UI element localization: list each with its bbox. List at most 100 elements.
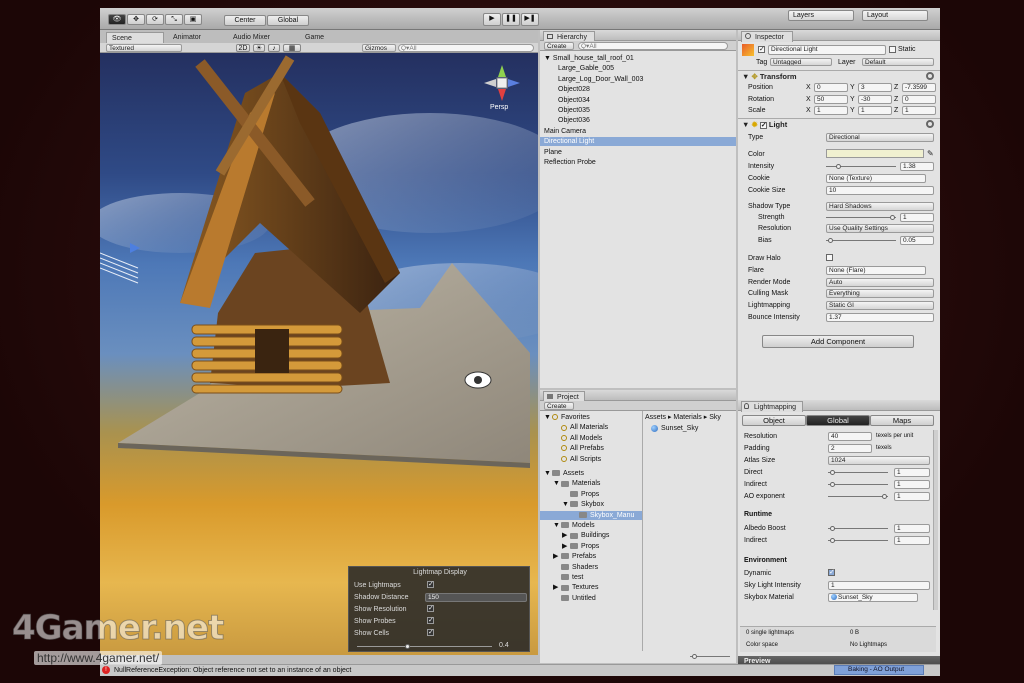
- layers-dropdown[interactable]: Layers: [788, 10, 854, 21]
- tab-scene[interactable]: Scene: [106, 32, 164, 43]
- tab-animator[interactable]: Animator: [168, 32, 206, 43]
- transform-y-field[interactable]: 3: [858, 83, 892, 92]
- project-folder-item[interactable]: Shaders: [540, 563, 642, 572]
- use-lightmaps-checkbox[interactable]: ✓: [427, 581, 434, 588]
- project-folder-item[interactable]: test: [540, 573, 642, 582]
- scene-search-input[interactable]: Q▾All: [398, 44, 534, 52]
- light-section-header[interactable]: ▼ ✹ ✓ Light: [738, 118, 940, 129]
- project-folder-item[interactable]: ▶ Prefabs: [540, 552, 642, 561]
- project-folder-item[interactable]: ▼ Models: [540, 521, 642, 530]
- project-folder-item[interactable]: Skybox_Manu: [540, 510, 642, 520]
- overlay-slider[interactable]: [357, 644, 492, 649]
- lm-atlas-dropdown[interactable]: 1024: [828, 456, 930, 465]
- shadow-distance-field[interactable]: 150: [425, 593, 527, 602]
- lm-indirect-slider[interactable]: [828, 482, 888, 487]
- audio-toggle[interactable]: ♪: [268, 44, 280, 52]
- orientation-gizmo[interactable]: Persp: [482, 63, 522, 113]
- asset-size-slider[interactable]: [690, 654, 730, 659]
- add-component-button[interactable]: Add Component: [762, 335, 914, 348]
- light-settings-icon[interactable]: [926, 120, 934, 128]
- project-folder-item[interactable]: ▶ Props: [540, 542, 642, 551]
- layer-dropdown[interactable]: Default: [862, 58, 934, 66]
- strength-slider[interactable]: [826, 215, 896, 220]
- lightmap-tab-object[interactable]: Object: [742, 415, 806, 426]
- lightmap-tab-maps[interactable]: Maps: [870, 415, 934, 426]
- hierarchy-item[interactable]: Object036: [540, 116, 736, 125]
- transform-z-field[interactable]: 0: [902, 94, 936, 104]
- lm-dynamic-checkbox[interactable]: ✓: [828, 569, 835, 576]
- lm-sky-field[interactable]: 1: [828, 581, 930, 590]
- move-tool-button[interactable]: ✥: [127, 14, 145, 25]
- lm-indirect-field[interactable]: 1: [894, 480, 930, 489]
- scene-view[interactable]: Persp: [100, 53, 538, 655]
- rect-tool-button[interactable]: ▣: [184, 14, 202, 25]
- scale-tool-button[interactable]: ⤡: [165, 14, 183, 25]
- hierarchy-item[interactable]: ▼ Small_house_tall_roof_01: [540, 54, 736, 63]
- 2d-toggle[interactable]: 2D: [236, 44, 250, 52]
- lm-skybox-field[interactable]: Sunset_Sky: [828, 593, 918, 602]
- hierarchy-item[interactable]: Large_Gable_005: [540, 64, 736, 73]
- hierarchy-item[interactable]: Directional Light: [540, 137, 736, 147]
- transform-z-field[interactable]: 1: [902, 106, 936, 115]
- light-color-swatch[interactable]: [826, 149, 924, 158]
- transform-x-field[interactable]: 1: [814, 106, 848, 115]
- tag-dropdown[interactable]: Untagged: [770, 58, 832, 66]
- lm-albedo-slider[interactable]: [828, 526, 888, 531]
- status-error-text[interactable]: NullReferenceException: Object reference…: [114, 666, 351, 675]
- asset-sunset-sky[interactable]: Sunset_Sky: [651, 424, 698, 433]
- transform-x-field[interactable]: 50: [814, 94, 848, 104]
- step-button[interactable]: ▶❚: [521, 13, 539, 26]
- project-folder-item[interactable]: ▶ Textures: [540, 583, 642, 592]
- intensity-field[interactable]: 1.38: [900, 162, 934, 171]
- hierarchy-item[interactable]: Reflection Probe: [540, 158, 736, 167]
- effects-toggle[interactable]: ▦: [283, 44, 301, 52]
- project-create-dropdown[interactable]: Create: [544, 402, 574, 410]
- lm-indirect2-slider[interactable]: [828, 538, 888, 543]
- lm-direct-slider[interactable]: [828, 470, 888, 475]
- lm-resolution-field[interactable]: 40: [828, 432, 872, 441]
- show-resolution-checkbox[interactable]: ✓: [427, 605, 434, 612]
- project-folder-item[interactable]: Untitled: [540, 594, 642, 603]
- transform-x-field[interactable]: 0: [814, 83, 848, 92]
- projection-label[interactable]: Persp: [490, 103, 508, 112]
- lightmap-tab-global[interactable]: Global: [806, 415, 870, 426]
- gizmos-dropdown[interactable]: Gizmos: [362, 44, 396, 52]
- transform-y-field[interactable]: -30: [858, 94, 892, 104]
- flare-field[interactable]: None (Flare): [826, 266, 926, 275]
- tab-lightmapping[interactable]: Lightmapping: [741, 401, 803, 412]
- transform-settings-icon[interactable]: [926, 72, 934, 80]
- light-enabled-checkbox[interactable]: ✓: [759, 121, 767, 129]
- lm-indirect2-field[interactable]: 1: [894, 536, 930, 545]
- layout-dropdown[interactable]: Layout: [862, 10, 928, 21]
- rotate-tool-button[interactable]: ⟳: [146, 14, 164, 25]
- show-probes-checkbox[interactable]: ✓: [427, 617, 434, 624]
- lm-scrollbar[interactable]: [933, 430, 938, 610]
- project-favorites[interactable]: ▼ Favorites: [540, 413, 642, 422]
- render-mode-dropdown[interactable]: Auto: [826, 278, 934, 287]
- tab-game[interactable]: Game: [300, 32, 329, 43]
- hierarchy-item[interactable]: Plane: [540, 148, 736, 157]
- eyedropper-icon[interactable]: ✎: [927, 149, 934, 158]
- lm-ao-field[interactable]: 1: [894, 492, 930, 501]
- hierarchy-item[interactable]: Object028: [540, 85, 736, 94]
- lightmapping-dropdown[interactable]: Static GI: [826, 301, 934, 310]
- project-folder-item[interactable]: ▼ Materials: [540, 479, 642, 488]
- strength-field[interactable]: 1: [900, 213, 934, 222]
- hand-tool-button[interactable]: 👁: [108, 14, 126, 25]
- bias-slider[interactable]: [826, 238, 896, 243]
- pivot-global-button[interactable]: Global: [267, 15, 309, 26]
- intensity-slider[interactable]: [826, 164, 896, 169]
- shading-mode-dropdown[interactable]: Textured: [106, 44, 182, 52]
- project-favorite-item[interactable]: All Scripts: [540, 455, 642, 464]
- lm-albedo-field[interactable]: 1: [894, 524, 930, 533]
- play-button[interactable]: ▶: [483, 13, 501, 26]
- shadow-resolution-dropdown[interactable]: Use Quality Settings: [826, 224, 934, 233]
- hierarchy-create-dropdown[interactable]: Create: [544, 42, 574, 50]
- active-checkbox[interactable]: ✓: [758, 46, 765, 53]
- bounce-intensity-field[interactable]: 1.37: [826, 313, 934, 322]
- culling-mask-dropdown[interactable]: Everything: [826, 289, 934, 298]
- bias-field[interactable]: 0.05: [900, 236, 934, 245]
- transform-section-header[interactable]: ▼ ✥ Transform: [738, 70, 940, 81]
- project-favorite-item[interactable]: All Prefabs: [540, 444, 642, 453]
- hierarchy-item[interactable]: Large_Log_Door_Wall_003: [540, 75, 736, 84]
